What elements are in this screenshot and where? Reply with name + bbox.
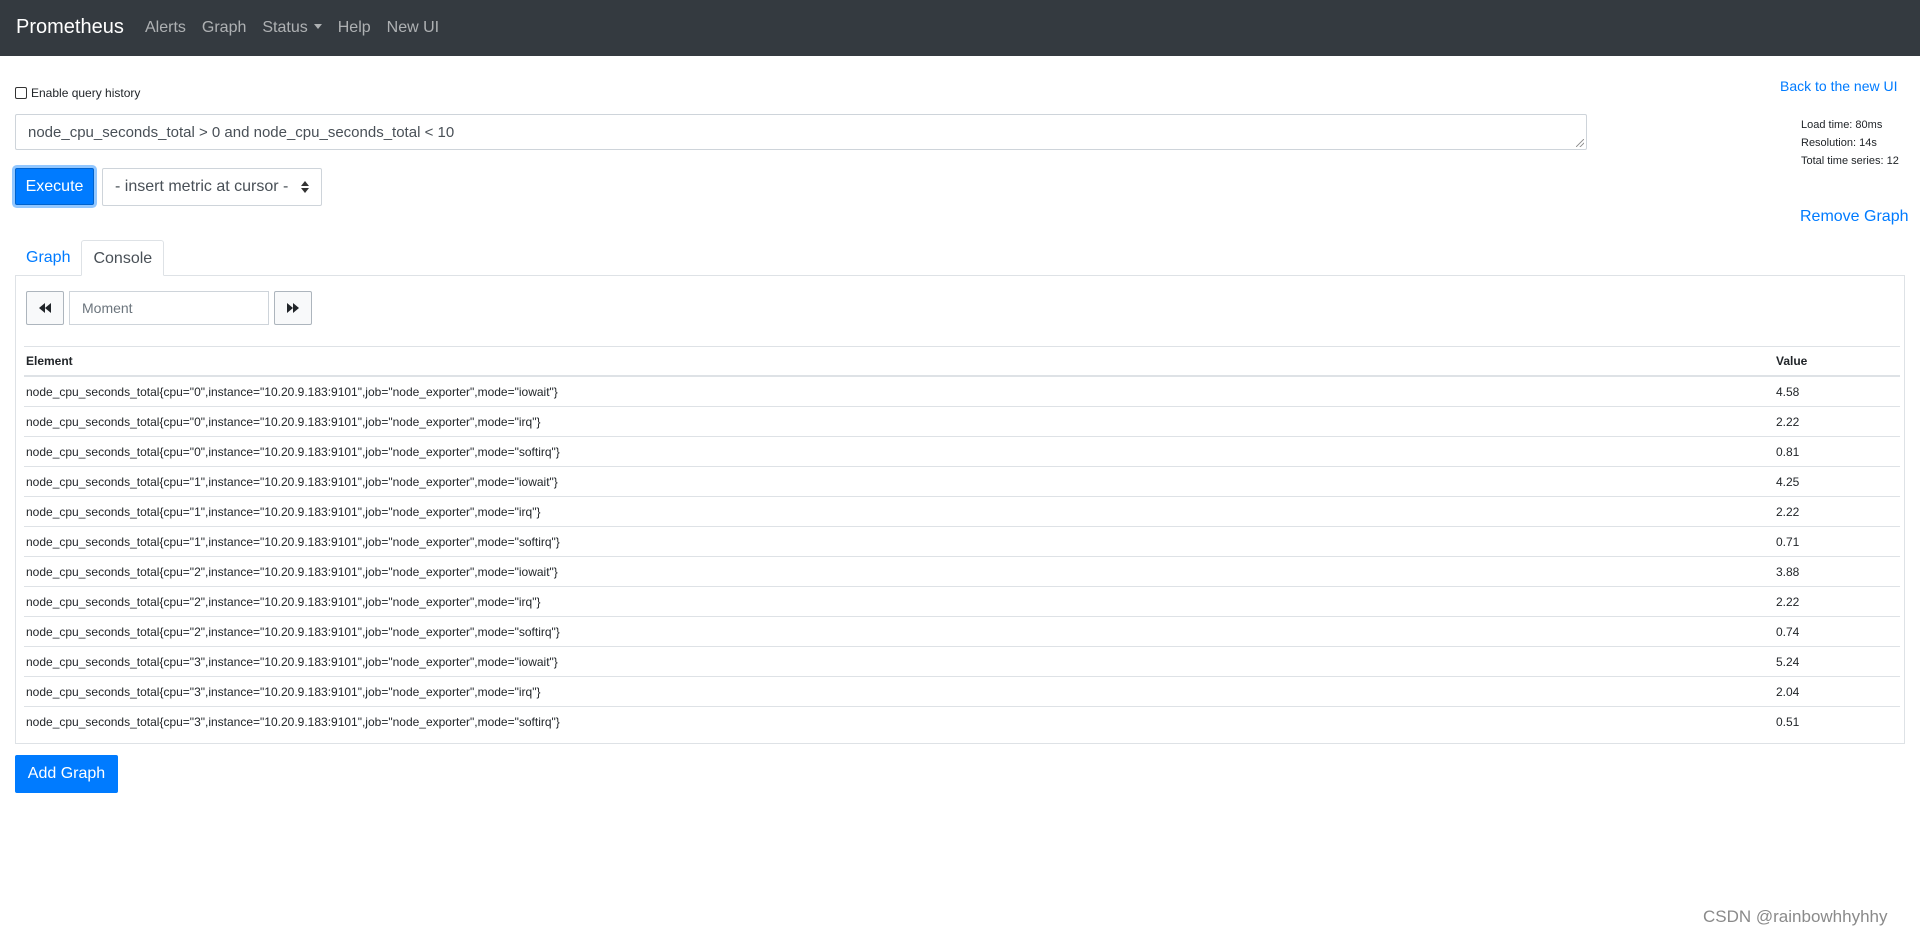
table-row: node_cpu_seconds_total{cpu="2",instance=… bbox=[24, 587, 1900, 617]
resize-handle-icon[interactable] bbox=[1576, 139, 1584, 147]
insert-metric-select[interactable]: - insert metric at cursor - bbox=[102, 168, 322, 206]
query-history-checkbox[interactable] bbox=[15, 87, 27, 99]
add-graph-button[interactable]: Add Graph bbox=[15, 755, 118, 793]
value-cell: 5.24 bbox=[1776, 654, 1800, 669]
resolution: Resolution: 14s bbox=[1801, 137, 1877, 149]
element-cell: node_cpu_seconds_total{cpu="2",instance=… bbox=[26, 564, 558, 579]
element-cell: node_cpu_seconds_total{cpu="2",instance=… bbox=[26, 624, 560, 639]
nav-graph[interactable]: Graph bbox=[202, 17, 246, 39]
element-cell: node_cpu_seconds_total{cpu="3",instance=… bbox=[26, 684, 541, 699]
element-cell: node_cpu_seconds_total{cpu="3",instance=… bbox=[26, 654, 558, 669]
execute-button[interactable]: Execute bbox=[15, 168, 94, 205]
watermark: CSDN @rainbowhhyhhy bbox=[1703, 907, 1888, 926]
table-row: node_cpu_seconds_total{cpu="3",instance=… bbox=[24, 647, 1900, 677]
value-cell: 2.04 bbox=[1776, 684, 1800, 699]
value-cell: 0.71 bbox=[1776, 534, 1800, 549]
value-cell: 0.51 bbox=[1776, 715, 1800, 729]
tab-graph[interactable]: Graph bbox=[15, 240, 81, 276]
table-row: node_cpu_seconds_total{cpu="3",instance=… bbox=[24, 677, 1900, 707]
element-cell: node_cpu_seconds_total{cpu="1",instance=… bbox=[26, 504, 541, 519]
query-stats: Load time: 80ms Resolution: 14s Total ti… bbox=[1801, 116, 1899, 170]
value-cell: 3.88 bbox=[1776, 564, 1800, 579]
table-row: node_cpu_seconds_total{cpu="1",instance=… bbox=[24, 497, 1900, 527]
select-arrows-icon bbox=[301, 181, 309, 193]
nav-alerts[interactable]: Alerts bbox=[145, 17, 186, 39]
backward-icon bbox=[39, 303, 51, 313]
table-row: node_cpu_seconds_total{cpu="3",instance=… bbox=[24, 707, 1900, 737]
panel-tabs: Graph Console bbox=[15, 240, 165, 276]
element-cell: node_cpu_seconds_total{cpu="2",instance=… bbox=[26, 594, 541, 609]
table-row: node_cpu_seconds_total{cpu="0",instance=… bbox=[24, 407, 1900, 437]
nav-help[interactable]: Help bbox=[338, 17, 371, 39]
value-cell: 2.22 bbox=[1776, 594, 1800, 609]
value-column-header: Value bbox=[1776, 354, 1808, 368]
next-moment-button[interactable] bbox=[274, 291, 312, 325]
brand-link[interactable]: Prometheus bbox=[16, 15, 124, 39]
table-row: node_cpu_seconds_total{cpu="2",instance=… bbox=[24, 557, 1900, 587]
element-cell: node_cpu_seconds_total{cpu="0",instance=… bbox=[26, 414, 541, 429]
expression-text: node_cpu_seconds_total > 0 and node_cpu_… bbox=[28, 124, 455, 141]
table-body: node_cpu_seconds_total{cpu="0",instance=… bbox=[24, 377, 1900, 737]
back-to-new-ui-link[interactable]: Back to the new UI bbox=[1780, 78, 1898, 94]
nav-status-label: Status bbox=[262, 19, 308, 36]
remove-graph-link[interactable]: Remove Graph bbox=[1800, 208, 1909, 226]
nav-new-ui[interactable]: New UI bbox=[387, 17, 439, 39]
value-cell: 0.81 bbox=[1776, 444, 1800, 459]
value-cell: 0.74 bbox=[1776, 624, 1800, 639]
table-header: Element Value bbox=[24, 346, 1900, 377]
tab-console[interactable]: Console bbox=[81, 240, 165, 276]
value-cell: 2.22 bbox=[1776, 504, 1800, 519]
nav-status-dropdown[interactable]: Status bbox=[262, 17, 322, 39]
console-panel: Moment Element Value node_cpu_seconds_to… bbox=[15, 275, 1905, 744]
moment-input[interactable]: Moment bbox=[69, 291, 269, 325]
table-row: node_cpu_seconds_total{cpu="0",instance=… bbox=[24, 377, 1900, 407]
total-time-series: Total time series: 12 bbox=[1801, 155, 1899, 167]
value-cell: 2.22 bbox=[1776, 414, 1800, 429]
load-time: Load time: 80ms bbox=[1801, 119, 1883, 131]
value-cell: 4.25 bbox=[1776, 474, 1800, 489]
nav-links: Alerts Graph Status Help New UI bbox=[145, 17, 455, 39]
previous-moment-button[interactable] bbox=[26, 291, 64, 325]
table-row: node_cpu_seconds_total{cpu="2",instance=… bbox=[24, 617, 1900, 647]
caret-down-icon bbox=[313, 24, 322, 29]
element-cell: node_cpu_seconds_total{cpu="1",instance=… bbox=[26, 474, 558, 489]
table-row: node_cpu_seconds_total{cpu="0",instance=… bbox=[24, 437, 1900, 467]
table-row: node_cpu_seconds_total{cpu="1",instance=… bbox=[24, 527, 1900, 557]
element-column-header: Element bbox=[26, 354, 73, 368]
element-cell: node_cpu_seconds_total{cpu="1",instance=… bbox=[26, 534, 560, 549]
insert-metric-label: - insert metric at cursor - bbox=[115, 178, 289, 195]
forward-icon bbox=[287, 303, 299, 313]
query-history-label: Enable query history bbox=[31, 86, 141, 100]
navbar: Prometheus Alerts Graph Status Help New … bbox=[0, 0, 1920, 56]
element-cell: node_cpu_seconds_total{cpu="0",instance=… bbox=[26, 384, 558, 399]
query-history-toggle[interactable]: Enable query history bbox=[15, 86, 140, 100]
console-table: Element Value node_cpu_seconds_total{cpu… bbox=[24, 346, 1900, 737]
element-cell: node_cpu_seconds_total{cpu="0",instance=… bbox=[26, 444, 560, 459]
value-cell: 4.58 bbox=[1776, 384, 1800, 399]
element-cell: node_cpu_seconds_total{cpu="3",instance=… bbox=[26, 715, 560, 729]
expression-input[interactable]: node_cpu_seconds_total > 0 and node_cpu_… bbox=[15, 114, 1587, 150]
table-row: node_cpu_seconds_total{cpu="1",instance=… bbox=[24, 467, 1900, 497]
